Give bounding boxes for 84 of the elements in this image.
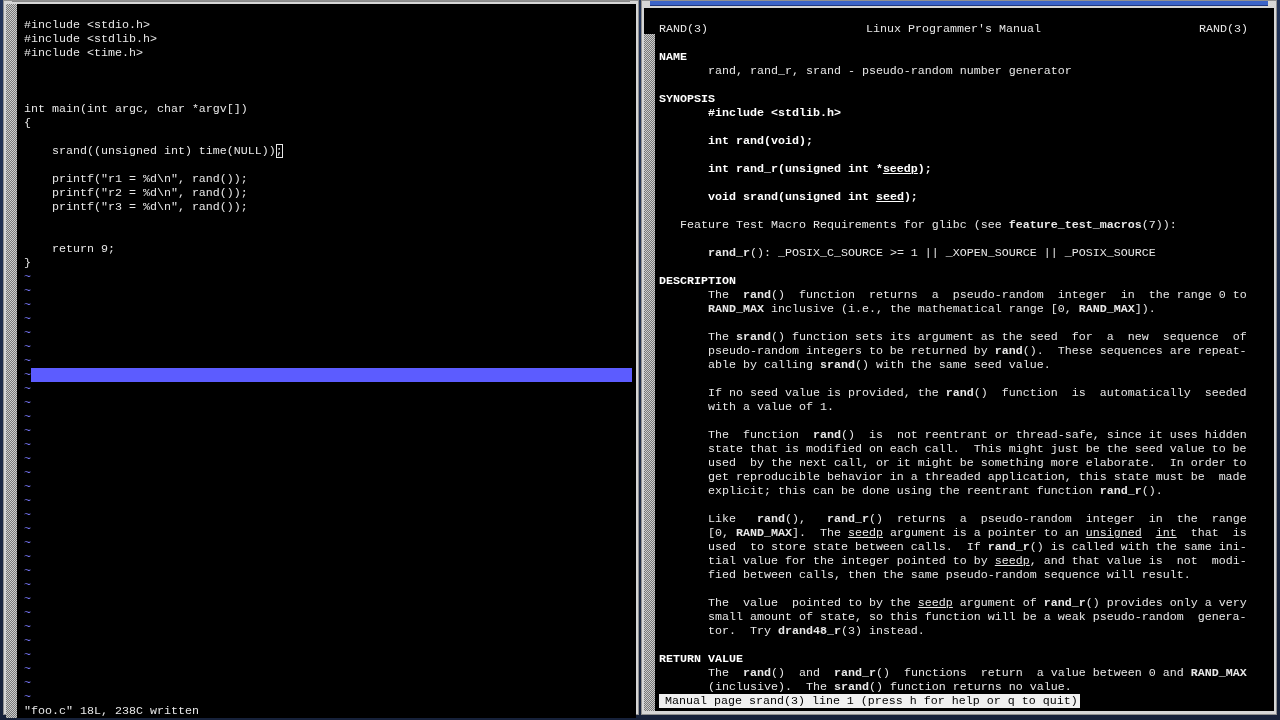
section-heading: SYNOPSIS	[659, 92, 715, 106]
code-line: printf("r3 = %d\n", rand());	[50, 200, 248, 214]
empty-line-marker: ~	[24, 494, 31, 508]
code-line: {	[24, 116, 31, 130]
scrollbar[interactable]	[6, 4, 17, 718]
empty-line-marker: ~	[24, 536, 31, 550]
code-line: #include <stdlib.h>	[24, 32, 157, 46]
empty-line-marker: ~	[24, 424, 31, 438]
manual-text-line: rand_r(): _POSIX_C_SOURCE >= 1 || _XOPEN_SOURCE || _POSIX_SOURCE	[708, 246, 1156, 260]
manual-text-line: int rand_r(unsigned int *seedp);	[708, 162, 932, 176]
manual-text-line: If no seed value is provided, the rand() function is automatically seeded	[708, 386, 1247, 400]
empty-line-marker: ~	[24, 382, 31, 396]
section-heading: NAME	[659, 50, 687, 64]
empty-line-marker: ~	[24, 690, 31, 704]
manual-text-line: #include <stdlib.h>	[708, 106, 841, 120]
manual-text-line: fied between calls, then the same pseudo-random sequence will result.	[708, 568, 1191, 582]
empty-line-marker: ~	[24, 508, 31, 522]
empty-line-marker: ~	[24, 396, 31, 410]
empty-line-marker: ~	[24, 634, 31, 648]
text-cursor: ;	[275, 144, 283, 158]
empty-line-marker: ~	[24, 340, 31, 354]
manual-text-line: with a value of 1.	[708, 400, 834, 414]
manual-text-line: rand, rand_r, srand - pseudo-random number generator	[708, 64, 1072, 78]
empty-line-marker: ~	[24, 410, 31, 424]
page-header-name: RAND(3)	[1199, 22, 1248, 36]
empty-line-marker: ~	[24, 550, 31, 564]
code-line: return 9;	[50, 241, 115, 256]
empty-line-marker: ~	[24, 620, 31, 634]
code-line: printf("r1 = %d\n", rand());	[50, 171, 248, 186]
manual-text-line: tial value for the integer pointed to by seedp, and that value is not modi-	[708, 554, 1247, 568]
empty-line-marker: ~	[24, 284, 31, 298]
title-bar[interactable]	[650, 1, 1268, 6]
empty-line-marker: ~	[24, 438, 31, 452]
manual-text-line: tor. Try drand48_r(3) instead.	[708, 624, 925, 638]
empty-line-marker: ~	[24, 326, 31, 340]
empty-line-marker: ~	[24, 676, 31, 690]
empty-line-marker: ~	[24, 648, 31, 662]
code-line: int main(int argc, char *argv[])	[24, 101, 248, 116]
empty-line-marker: ~	[24, 298, 31, 312]
empty-line-marker: ~	[24, 578, 31, 592]
manual-text-line: The srand() function sets its argument as the seed for a new sequence of	[708, 330, 1247, 344]
manual-text-line: Like rand(), rand_r() returns a pseudo-random integer in the range	[708, 512, 1247, 526]
manual-text-line: The rand() and rand_r() functions return a value between 0 and RAND_MAX	[708, 666, 1247, 680]
manual-text-line: pseudo-random integers to be returned by rand(). These sequences are repeat-	[708, 344, 1247, 358]
status-message: "foo.c" 18L, 238C written	[24, 704, 199, 718]
code-line: }	[24, 256, 31, 270]
section-heading: RETURN VALUE	[659, 652, 743, 666]
empty-line-marker: ~	[24, 592, 31, 606]
manual-text-line: explicit; this can be done using the reentrant function rand_r().	[708, 484, 1163, 498]
page-header-name: RAND(3)	[659, 22, 708, 36]
pager-status-bar: Manual page srand(3) line 1 (press h for help or q to quit)	[659, 694, 1080, 708]
manual-text-line: The rand() function returns a pseudo-random integer in the range 0 to	[708, 288, 1247, 302]
code-line: printf("r2 = %d\n", rand());	[50, 186, 248, 200]
code-line: #include <stdio.h>	[24, 18, 150, 32]
empty-line-marker: ~	[24, 270, 31, 284]
empty-line-marker: ~	[24, 368, 31, 382]
manual-text-line: used by the next call, or it might be something more elaborate. In order to	[708, 456, 1247, 470]
empty-line-marker: ~	[24, 662, 31, 676]
manual-text-line: (inclusive). The srand() function returns no value.	[708, 680, 1072, 694]
empty-line-marker: ~	[24, 564, 31, 578]
manual-text-line: state that is modified on each call. This might just be the seed value to be	[708, 442, 1247, 456]
code-line: srand((unsigned int) time(NULL))	[50, 143, 276, 158]
empty-line-marker: ~	[24, 452, 31, 466]
manual-text-line: The value pointed to by the seedp argument of rand_r() provides only a very	[708, 596, 1247, 610]
manual-text-line: Feature Test Macro Requirements for glibc (see feature_test_macros(7)):	[680, 218, 1177, 232]
empty-line-marker: ~	[24, 522, 31, 536]
empty-line-marker: ~	[24, 480, 31, 494]
page-header-title: Linux Programmer's Manual	[866, 22, 1041, 36]
manual-text-line: The function rand() is not reentrant or thread-safe, since it uses hidden	[708, 428, 1247, 442]
empty-line-marker: ~	[24, 354, 31, 368]
manual-text-line: RAND_MAX inclusive (i.e., the mathematical range [0, RAND_MAX]).	[708, 302, 1156, 316]
manual-text-line: [0, RAND_MAX]. The seedp argument is a pointer to an unsigned int that is	[708, 526, 1247, 540]
manual-text-line: int rand(void);	[708, 134, 813, 148]
section-heading: DESCRIPTION	[659, 274, 736, 288]
manual-text-line: void srand(unsigned int seed);	[708, 190, 918, 204]
empty-line-marker: ~	[24, 466, 31, 480]
manual-text-line: get reproducible behavior in a threaded application, this state must be made	[708, 470, 1247, 484]
scrollbar[interactable]	[644, 34, 655, 711]
empty-line-marker: ~	[24, 606, 31, 620]
code-line: #include <time.h>	[24, 46, 143, 60]
manual-text-line: small amount of state, so this function will be a weak pseudo-random genera-	[708, 610, 1247, 624]
manual-text-line: used to store state between calls. If rand_r() is called with the same ini-	[708, 540, 1247, 554]
empty-line-marker: ~	[24, 312, 31, 326]
manual-text-line: able by calling srand() with the same seed value.	[708, 358, 1051, 372]
